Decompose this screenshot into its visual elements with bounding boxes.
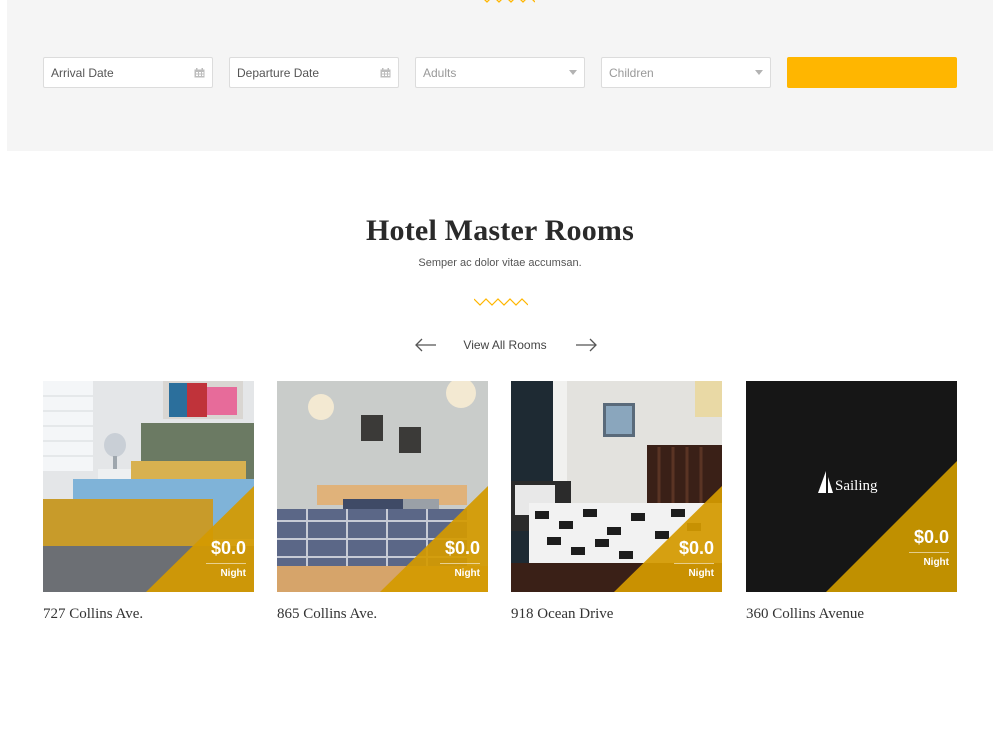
price-unit: Night [688, 568, 714, 579]
arrival-date-field[interactable]: Arrival Date [43, 57, 213, 88]
room-price: $0.0 [444, 538, 480, 558]
price-divider [674, 563, 714, 564]
children-placeholder: Children [609, 65, 654, 80]
adults-select[interactable]: Adults [415, 57, 585, 88]
price-divider [909, 552, 949, 553]
check-availability-button[interactable] [787, 57, 957, 88]
price-divider [440, 563, 480, 564]
wave-divider-icon [474, 298, 528, 306]
chevron-down-icon [569, 70, 577, 75]
wave-divider-icon [484, 0, 535, 3]
price-unit: Night [220, 568, 246, 579]
view-all-rooms-link[interactable]: View All Rooms [455, 338, 555, 352]
room-name[interactable]: 865 Collins Ave. [277, 606, 488, 623]
arrow-right-icon[interactable] [574, 337, 598, 353]
calendar-icon [194, 67, 205, 77]
price-badge [614, 486, 722, 592]
departure-date-placeholder: Departure Date [237, 65, 320, 80]
section-title: Hotel Master Rooms [366, 214, 634, 247]
room-card[interactable]: $0.0 Night 865 Collins Ave. [277, 381, 488, 623]
room-price: $0.0 [678, 538, 714, 558]
room-name[interactable]: 727 Collins Ave. [43, 606, 254, 623]
sailing-logo-text: Sailing [835, 478, 878, 494]
room-card[interactable]: $0.0 Night 918 Ocean Drive [511, 381, 722, 623]
room-card[interactable]: Sailing $0.0 Night 360 Collins Avenue [746, 381, 957, 623]
calendar-icon [380, 67, 391, 77]
chevron-down-icon [755, 70, 763, 75]
price-badge [146, 486, 254, 592]
room-photo[interactable]: Sailing $0.0 Night [746, 381, 957, 592]
room-name[interactable]: 918 Ocean Drive [511, 606, 722, 623]
room-price: $0.0 [210, 538, 246, 558]
room-card[interactable]: $0.0 Night 727 Collins Ave. [43, 381, 254, 623]
children-select[interactable]: Children [601, 57, 771, 88]
arrival-date-placeholder: Arrival Date [51, 65, 114, 80]
price-unit: Night [923, 557, 949, 568]
room-photo[interactable]: $0.0 Night [511, 381, 722, 592]
rooms-nav: View All Rooms [0, 333, 1000, 357]
adults-placeholder: Adults [423, 65, 457, 80]
booking-bar: Arrival Date Departure Date Adults Child… [7, 0, 993, 151]
room-name[interactable]: 360 Collins Avenue [746, 606, 957, 623]
departure-date-field[interactable]: Departure Date [229, 57, 399, 88]
room-price: $0.0 [913, 527, 949, 547]
room-photo[interactable]: $0.0 Night [277, 381, 488, 592]
price-unit: Night [454, 568, 480, 579]
arrow-left-icon[interactable] [414, 337, 438, 353]
room-photo[interactable]: $0.0 Night [43, 381, 254, 592]
price-divider [206, 563, 246, 564]
price-badge [380, 486, 488, 592]
section-subtitle: Semper ac dolor vitae accumsan. [418, 257, 582, 269]
